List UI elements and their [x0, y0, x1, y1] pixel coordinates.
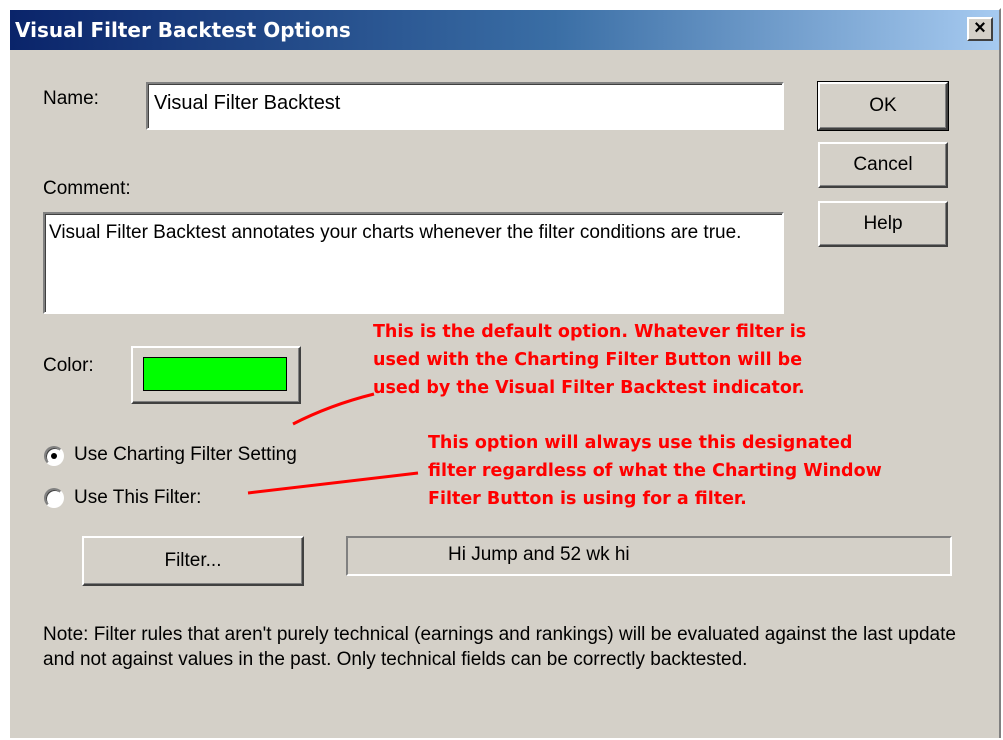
annotation-arrow-designated: [247, 471, 419, 495]
backtest-note: Note: Filter rules that aren't purely te…: [43, 624, 956, 670]
annotation-arrow-default: [292, 392, 375, 426]
dialog-window: Visual Filter Backtest Options × Name: V…: [8, 8, 1001, 738]
